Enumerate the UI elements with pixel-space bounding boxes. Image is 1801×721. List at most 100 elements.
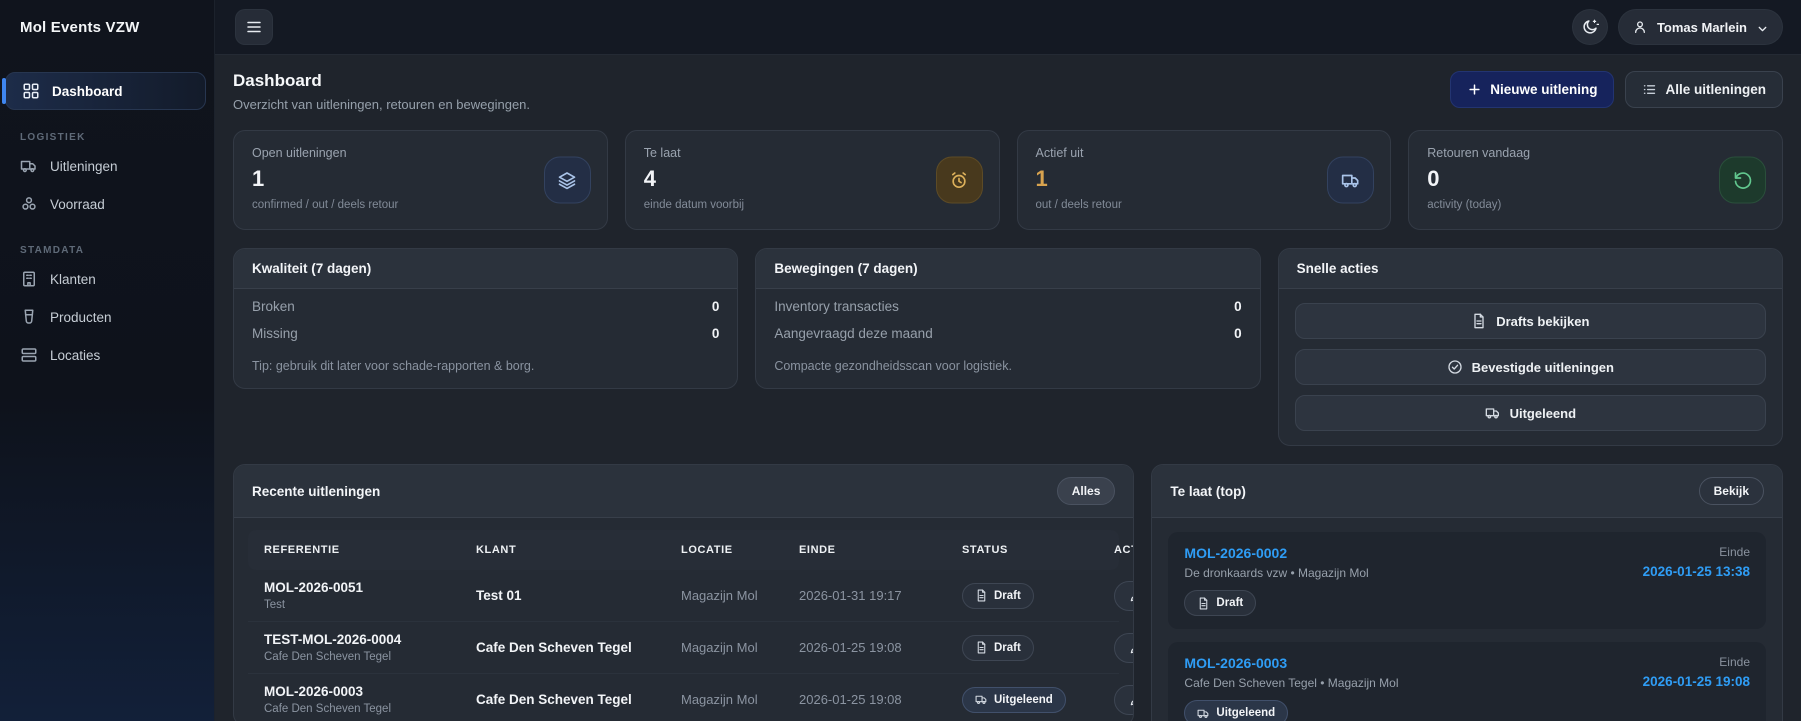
- stat-label: Retouren vandaag: [1427, 146, 1531, 160]
- all-loans-button[interactable]: Alle uitleningen: [1625, 71, 1783, 108]
- uitgeleend-status-badge: Uitgeleend: [1184, 700, 1289, 721]
- overdue-ref-link[interactable]: MOL-2026-0003: [1184, 655, 1398, 671]
- kwaliteit-title: Kwaliteit (7 dagen): [234, 249, 738, 289]
- sidebar-item-locaties[interactable]: Locaties: [0, 336, 214, 374]
- dashboard-grid-icon: [22, 82, 40, 100]
- chevron-down-icon: [1756, 21, 1769, 34]
- table-row[interactable]: MOL-2026-0003 Cafe Den Scheven Tegel Caf…: [248, 674, 1134, 721]
- mid-row: Kwaliteit (7 dagen) Broken 0 Missing 0 T…: [233, 248, 1783, 446]
- kv-value: 0: [1234, 326, 1242, 341]
- alarm-icon: [935, 156, 983, 204]
- boxes-icon: [20, 195, 38, 213]
- table-row[interactable]: MOL-2026-0051 Test Test 01 Magazijn Mol …: [248, 570, 1134, 622]
- kv-value: 0: [1234, 299, 1242, 314]
- sidebar-item-dashboard[interactable]: Dashboard: [2, 72, 206, 110]
- plus-icon: [1467, 82, 1482, 97]
- page-title: Dashboard: [233, 71, 322, 90]
- sidebar-section-logistiek: Logistiek: [20, 132, 86, 143]
- user-icon: [1632, 19, 1648, 35]
- bewegingen-tip: Compacte gezondheidsscan voor logistiek.: [774, 359, 1012, 373]
- stats-row: Open uitleningen 1 confirmed / out / dee…: [233, 130, 1783, 230]
- status-label: Uitgeleend: [1216, 707, 1276, 719]
- snelle-acties-title: Snelle acties: [1278, 249, 1782, 289]
- rotate-ccw-icon: [1719, 156, 1766, 204]
- user-name: Tomas Marlein: [1656, 19, 1747, 35]
- stat-card-retouren-vandaag: Retouren vandaag 0 activity (today): [1408, 130, 1783, 230]
- row-locatie: Magazijn Mol: [681, 640, 758, 655]
- edit-button[interactable]: [1114, 684, 1134, 715]
- sidebar-item-label: Voorraad: [50, 196, 105, 212]
- stat-value: 4: [643, 166, 656, 191]
- sidebar-section-stamdata: Stamdata: [20, 245, 85, 256]
- kv-value: 0: [711, 326, 720, 341]
- edit-button[interactable]: [1114, 632, 1134, 663]
- column-klant: Klant: [476, 544, 517, 556]
- column-einde: Einde: [799, 544, 836, 556]
- sidebar-item-klanten[interactable]: Klanten: [0, 260, 214, 298]
- user-menu[interactable]: Tomas Marlein: [1617, 9, 1783, 45]
- bewegingen-panel: Bewegingen (7 dagen) Inventory transacti…: [755, 248, 1261, 389]
- stacked-cards-icon: [20, 346, 38, 364]
- kwaliteit-row-broken: Broken 0: [234, 289, 737, 316]
- overdue-meta: Cafe Den Scheven Tegel • Magazijn Mol: [1184, 676, 1399, 690]
- einde-label: Einde: [1719, 655, 1750, 669]
- stat-subtitle: confirmed / out / deels retour: [252, 199, 399, 211]
- content: Dashboard Overzicht van uitleningen, ret…: [215, 55, 1801, 721]
- all-loans-label: Alle uitleningen: [1665, 82, 1766, 97]
- theme-toggle-button[interactable]: [1571, 9, 1608, 45]
- table-header: Referentie Klant Locatie Einde Status Ac…: [248, 530, 1133, 570]
- bewegingen-title: Bewegingen (7 dagen): [756, 249, 1260, 289]
- building-icon: [20, 270, 38, 288]
- row-ref-sub: Test: [264, 599, 286, 611]
- kwaliteit-row-missing: Missing 0: [234, 316, 737, 343]
- bevestigde-uitleningen-button[interactable]: Bevestigde uitleningen: [1294, 349, 1766, 385]
- kv-label: Missing: [252, 326, 298, 341]
- table-row[interactable]: TEST-MOL-2026-0004 Cafe Den Scheven Tege…: [248, 622, 1134, 674]
- hamburger-menu-button[interactable]: [235, 9, 273, 45]
- stat-subtitle: out / deels retour: [1035, 199, 1122, 211]
- kwaliteit-panel: Kwaliteit (7 dagen) Broken 0 Missing 0 T…: [233, 248, 739, 389]
- overdue-meta: De dronkaards vzw • Magazijn Mol: [1184, 566, 1369, 580]
- check-circle-icon: [1447, 359, 1463, 375]
- overdue-ref-link[interactable]: MOL-2026-0002: [1184, 545, 1368, 561]
- new-loan-button[interactable]: Nieuwe uitlening: [1450, 71, 1615, 108]
- bottom-row: Recente uitleningen Alles Referentie Kla…: [233, 464, 1783, 721]
- recente-title: Recente uitleningen: [252, 483, 381, 499]
- te-laat-panel: Te laat (top) Bekijk MOL-2026-0002 De dr…: [1151, 464, 1783, 721]
- main-area: Tomas Marlein Dashboard Overzicht van ui…: [215, 0, 1801, 721]
- kv-value: 0: [711, 299, 720, 314]
- list-item[interactable]: MOL-2026-0002 De dronkaards vzw • Magazi…: [1168, 532, 1766, 629]
- pencil-icon: [1129, 693, 1134, 707]
- stat-subtitle: einde datum voorbij: [643, 199, 745, 211]
- sidebar-item-producten[interactable]: Producten: [0, 298, 214, 336]
- row-ref-sub: Cafe Den Scheven Tegel: [264, 651, 392, 663]
- kv-label: Inventory transacties: [774, 299, 899, 314]
- stat-card-te-laat: Te laat 4 einde datum voorbij: [624, 130, 1000, 230]
- drafts-bekijken-button[interactable]: Drafts bekijken: [1294, 303, 1766, 339]
- einde-date: 2026-01-25 19:08: [1642, 674, 1750, 689]
- stat-card-open-uitleningen: Open uitleningen 1 confirmed / out / dee…: [233, 130, 608, 230]
- row-ref: MOL-2026-0003: [264, 684, 364, 699]
- bekijk-button[interactable]: Bekijk: [1698, 477, 1764, 505]
- alles-button[interactable]: Alles: [1056, 477, 1116, 505]
- sidebar-item-label: Dashboard: [52, 83, 123, 99]
- sidebar-item-uitleningen[interactable]: Uitleningen: [0, 147, 214, 185]
- edit-button[interactable]: [1114, 580, 1134, 611]
- list-item[interactable]: MOL-2026-0003 Cafe Den Scheven Tegel • M…: [1168, 642, 1766, 721]
- sidebar-item-voorraad[interactable]: Voorraad: [0, 185, 214, 223]
- list-icon: [1642, 82, 1657, 97]
- sidebar: Mol Events VZW Dashboard Logistiek Uitle…: [0, 0, 215, 721]
- column-locatie: Locatie: [681, 544, 733, 556]
- uitgeleend-button[interactable]: Uitgeleend: [1294, 395, 1766, 431]
- stat-subtitle: activity (today): [1427, 199, 1502, 211]
- truck-icon: [20, 157, 38, 175]
- sidebar-item-label: Locaties: [50, 347, 101, 363]
- sidebar-item-label: Uitleningen: [50, 158, 118, 174]
- row-locatie: Magazijn Mol: [681, 588, 758, 603]
- status-label: Draft: [994, 641, 1021, 654]
- te-laat-title: Te laat (top): [1170, 483, 1246, 499]
- stat-value: 0: [1427, 166, 1440, 191]
- sidebar-item-label: Klanten: [50, 271, 96, 287]
- kv-label: Aangevraagd deze maand: [774, 326, 933, 341]
- sidebar-item-label: Producten: [50, 309, 112, 325]
